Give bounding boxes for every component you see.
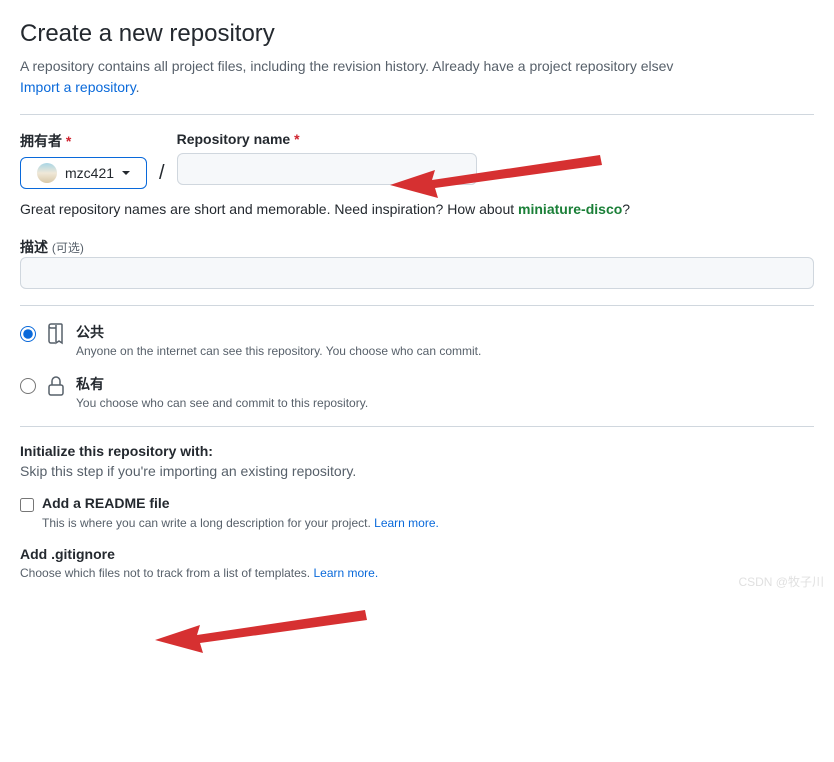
owner-label: 拥有者 *: [20, 131, 147, 151]
public-title: 公共: [76, 322, 814, 342]
divider: [20, 426, 814, 427]
divider: [20, 114, 814, 115]
page-subtitle: A repository contains all project files,…: [20, 56, 814, 98]
annotation-arrow-icon: [155, 605, 375, 655]
name-suggestion[interactable]: miniature-disco: [518, 201, 622, 217]
public-desc: Anyone on the internet can see this repo…: [76, 344, 814, 358]
gitignore-desc: Choose which files not to track from a l…: [20, 566, 814, 580]
repo-name-input[interactable]: [177, 153, 477, 185]
initialize-heading: Initialize this repository with:: [20, 443, 814, 459]
readme-desc: This is where you can write a long descr…: [42, 516, 814, 530]
owner-select-button[interactable]: mzc421: [20, 157, 147, 189]
visibility-public-radio[interactable]: [20, 326, 36, 342]
chevron-down-icon: [122, 171, 130, 175]
readme-learn-more-link[interactable]: Learn more.: [374, 516, 439, 530]
watermark: CSDN @牧子川: [738, 573, 824, 590]
readme-checkbox[interactable]: [20, 498, 34, 512]
slash-separator: /: [155, 162, 169, 185]
page-title: Create a new repository: [20, 20, 814, 48]
gitignore-learn-more-link[interactable]: Learn more.: [313, 566, 378, 580]
private-title: 私有: [76, 374, 814, 394]
import-repository-link[interactable]: Import a repository: [20, 79, 136, 95]
lock-icon: [44, 374, 68, 398]
repo-name-label: Repository name *: [177, 131, 477, 147]
divider: [20, 305, 814, 306]
visibility-private-radio[interactable]: [20, 378, 36, 394]
private-desc: You choose who can see and commit to thi…: [76, 396, 814, 410]
avatar: [37, 163, 57, 183]
name-hint: Great repository names are short and mem…: [20, 201, 814, 217]
description-input[interactable]: [20, 257, 814, 289]
repo-icon: [44, 322, 68, 346]
initialize-sub: Skip this step if you're importing an ex…: [20, 463, 814, 479]
gitignore-heading: Add .gitignore: [20, 546, 814, 562]
description-label: 描述 (可选): [20, 239, 84, 255]
readme-label: Add a README file: [42, 495, 170, 511]
